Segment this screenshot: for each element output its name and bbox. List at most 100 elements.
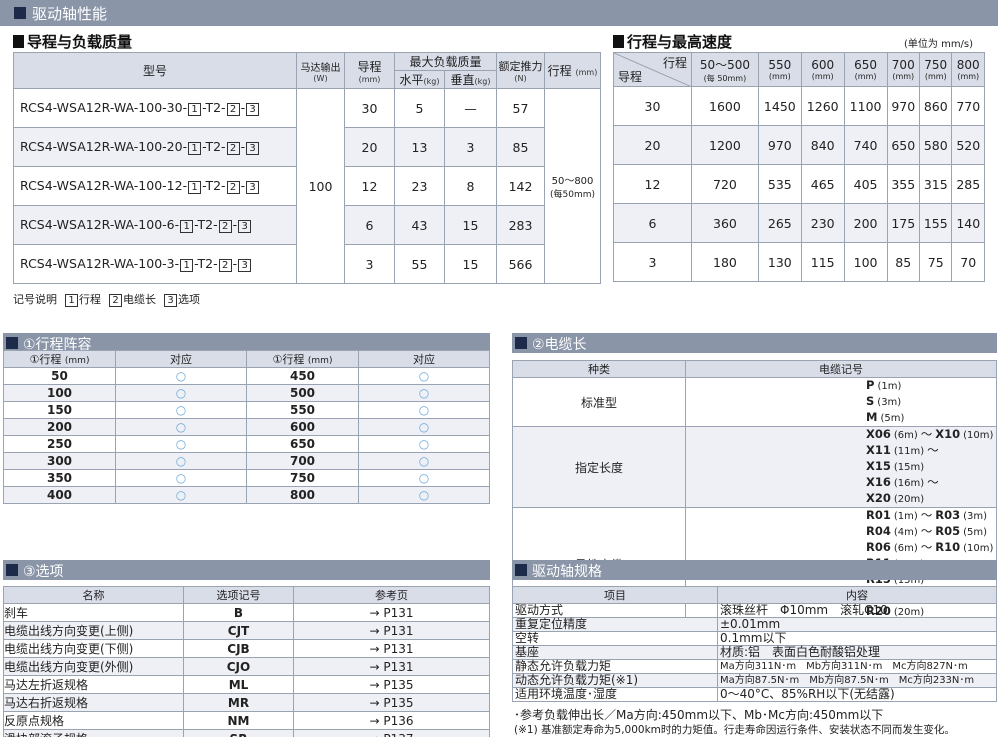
lead-header: 导程 (mm) [344, 52, 395, 89]
table-row: 马达左折返规格 ML → P135 [3, 675, 490, 694]
spec-item: 驱动方式 [512, 603, 718, 618]
spec-content: 材质:铝 表面白色耐酸铝处理 [717, 645, 997, 660]
circle-mark-icon: ○ [358, 367, 490, 385]
lead-cell: 12 [344, 166, 395, 206]
model-cell: RCS4-WSA12R-WA-100-20- 1 -T2- 2-3 [13, 127, 297, 167]
vertical-cell: — [444, 88, 497, 128]
option-box-1: 1 [188, 142, 202, 155]
vertical-cell: 8 [444, 166, 497, 206]
lead-cell: 20 [613, 125, 692, 165]
speed-cell: 520 [951, 125, 985, 165]
horizontal-cell: 23 [394, 166, 445, 206]
circle-mark-icon: ○ [358, 401, 490, 419]
options-section-title: ③选项 [23, 564, 64, 580]
circle-mark-icon: ○ [115, 452, 247, 470]
table-row: RCS4-WSA12R-WA-100-30- 1 -T2- 2-3 100 30 5—57 5… [13, 88, 601, 284]
table-row: 250 ○ 650 ○ [3, 435, 490, 453]
option-code: MR [183, 693, 294, 712]
speed-col-header: 800 (mm) [951, 52, 985, 87]
speed-cell: 465 [800, 164, 845, 204]
speed-cell: 860 [918, 86, 953, 126]
lead-cell: 12 [613, 164, 692, 204]
cable-code-line: R06 (6m) ～ R10 (10m) [866, 540, 994, 554]
cable-section-bar: ②电缆长 [512, 333, 997, 353]
speed-col-header: 550 (mm) [757, 52, 802, 87]
speed-cell: 740 [843, 125, 888, 165]
spec-item: 适用环境温度･湿度 [512, 687, 718, 702]
lead-cell: 20 [344, 127, 395, 167]
stroke-value: 100 [3, 384, 116, 402]
stroke-value: 350 [3, 469, 116, 487]
lead-cell: 3 [613, 242, 692, 282]
table-row: 适用环境温度･湿度 0～40°C、85%RH以下(无结露) [512, 687, 997, 702]
section-square-icon [515, 564, 527, 576]
cable-codes: X06 (6m) ～ X10 (10m) X11 (11m) ～X15 (15m) X16 (16m… [685, 426, 997, 508]
speed-cell: 265 [757, 203, 802, 243]
heading-square-icon [13, 35, 24, 48]
circle-mark-icon: ○ [358, 384, 490, 402]
table-row: 马达右折返规格 MR → P135 [3, 693, 490, 712]
speed-cell: 720 [691, 164, 759, 204]
thrust-cell: 85 [496, 127, 545, 167]
stroke-header: 行程 (mm) [544, 52, 601, 89]
speed-cell: 75 [918, 242, 953, 282]
table-row: 20 1200 970 840 740 650 580 520 [613, 125, 985, 165]
stroke-value: 300 [3, 452, 116, 470]
option-ref-link[interactable]: → P131 [293, 603, 490, 622]
stroke-value: 700 [246, 452, 359, 470]
option-ref-link[interactable]: → P135 [293, 675, 490, 694]
cable-codes: P (1m) S (3m) M (5m) [685, 377, 997, 427]
stroke-value: 150 [3, 401, 116, 419]
table-row: 动态允许负载力矩(※1) Ma方向87.5N･m Mb方向87.5N･m Mc方向… [512, 673, 997, 688]
horizontal-header: 水平(kg) [394, 70, 445, 89]
option-ref-link[interactable]: → P131 [293, 621, 490, 640]
spec-note-1: ･参考负载伸出长／Ma方向:450mm以下、Mb･Mc方向:450mm以下 [514, 708, 884, 722]
table-row: 驱动方式 滚珠丝杆 Φ10mm 滚轧C10 [512, 603, 997, 618]
speed-unit: (单位为 mm/s) [904, 39, 974, 50]
option-box-1: 1 [188, 181, 202, 194]
speed-cell: 970 [886, 86, 921, 126]
option-ref-link[interactable]: → P131 [293, 657, 490, 676]
stroke-value: 50 [3, 367, 116, 385]
circle-mark-icon: ○ [115, 435, 247, 453]
stroke-value: 550 [246, 401, 359, 419]
speed-cell: 175 [886, 203, 921, 243]
vertical-cell: 15 [444, 244, 497, 284]
option-name: 马达左折返规格 [3, 675, 184, 694]
option-code: B [183, 603, 294, 622]
speed-table-heading: 行程与最高速度 [613, 31, 732, 52]
speed-col-header: 750 (mm) [918, 52, 953, 87]
option-code: CJT [183, 621, 294, 640]
lead-cell: 6 [344, 205, 395, 245]
spec-item: 动态允许负载力矩(※1) [512, 673, 718, 688]
option-name: 刹车 [3, 603, 184, 622]
spec-section-title: 驱动轴规格 [532, 564, 602, 580]
option-ref-link[interactable]: → P131 [293, 639, 490, 658]
table-row: 标准型 P (1m) S (3m) M (5m) [512, 377, 997, 427]
speed-cell: 1450 [757, 86, 802, 126]
circle-mark-icon: ○ [115, 486, 247, 504]
option-code: CJO [183, 657, 294, 676]
table-row: 静态允许负载力矩 Ma方向311N･m Mb方向311N･m Mc方向827N･m [512, 659, 997, 674]
option-ref-link[interactable]: → P135 [293, 693, 490, 712]
table-row: 400 ○ 800 ○ [3, 486, 490, 504]
option-ref-link[interactable]: → P136 [293, 711, 490, 730]
circle-mark-icon: ○ [358, 452, 490, 470]
option-name: 电缆出线方向变更(外侧) [3, 657, 184, 676]
table-row: 电缆出线方向变更(上侧) CJT → P131 [3, 621, 490, 640]
option-box-2: 2 [226, 142, 240, 155]
option-ref-link[interactable]: → P137 [293, 729, 490, 737]
option-box-2: 2 [226, 181, 240, 194]
option-code: CJB [183, 639, 294, 658]
table-row: 350 ○ 750 ○ [3, 469, 490, 487]
option-code: SR [183, 729, 294, 737]
cable-code-line: S (3m) [866, 394, 902, 408]
speed-cell: 285 [951, 164, 985, 204]
option-box-3: 3 [246, 103, 260, 116]
option-code: NM [183, 711, 294, 730]
spec-item: 基座 [512, 645, 718, 660]
table-row: 基座 材质:铝 表面白色耐酸铝处理 [512, 645, 997, 660]
spec-content: Ma方向311N･m Mb方向311N･m Mc方向827N･m [717, 659, 997, 674]
cable-code-line: X11 (11m) ～X15 (15m) [866, 443, 939, 473]
table-row: 刹车 B → P131 [3, 603, 490, 622]
